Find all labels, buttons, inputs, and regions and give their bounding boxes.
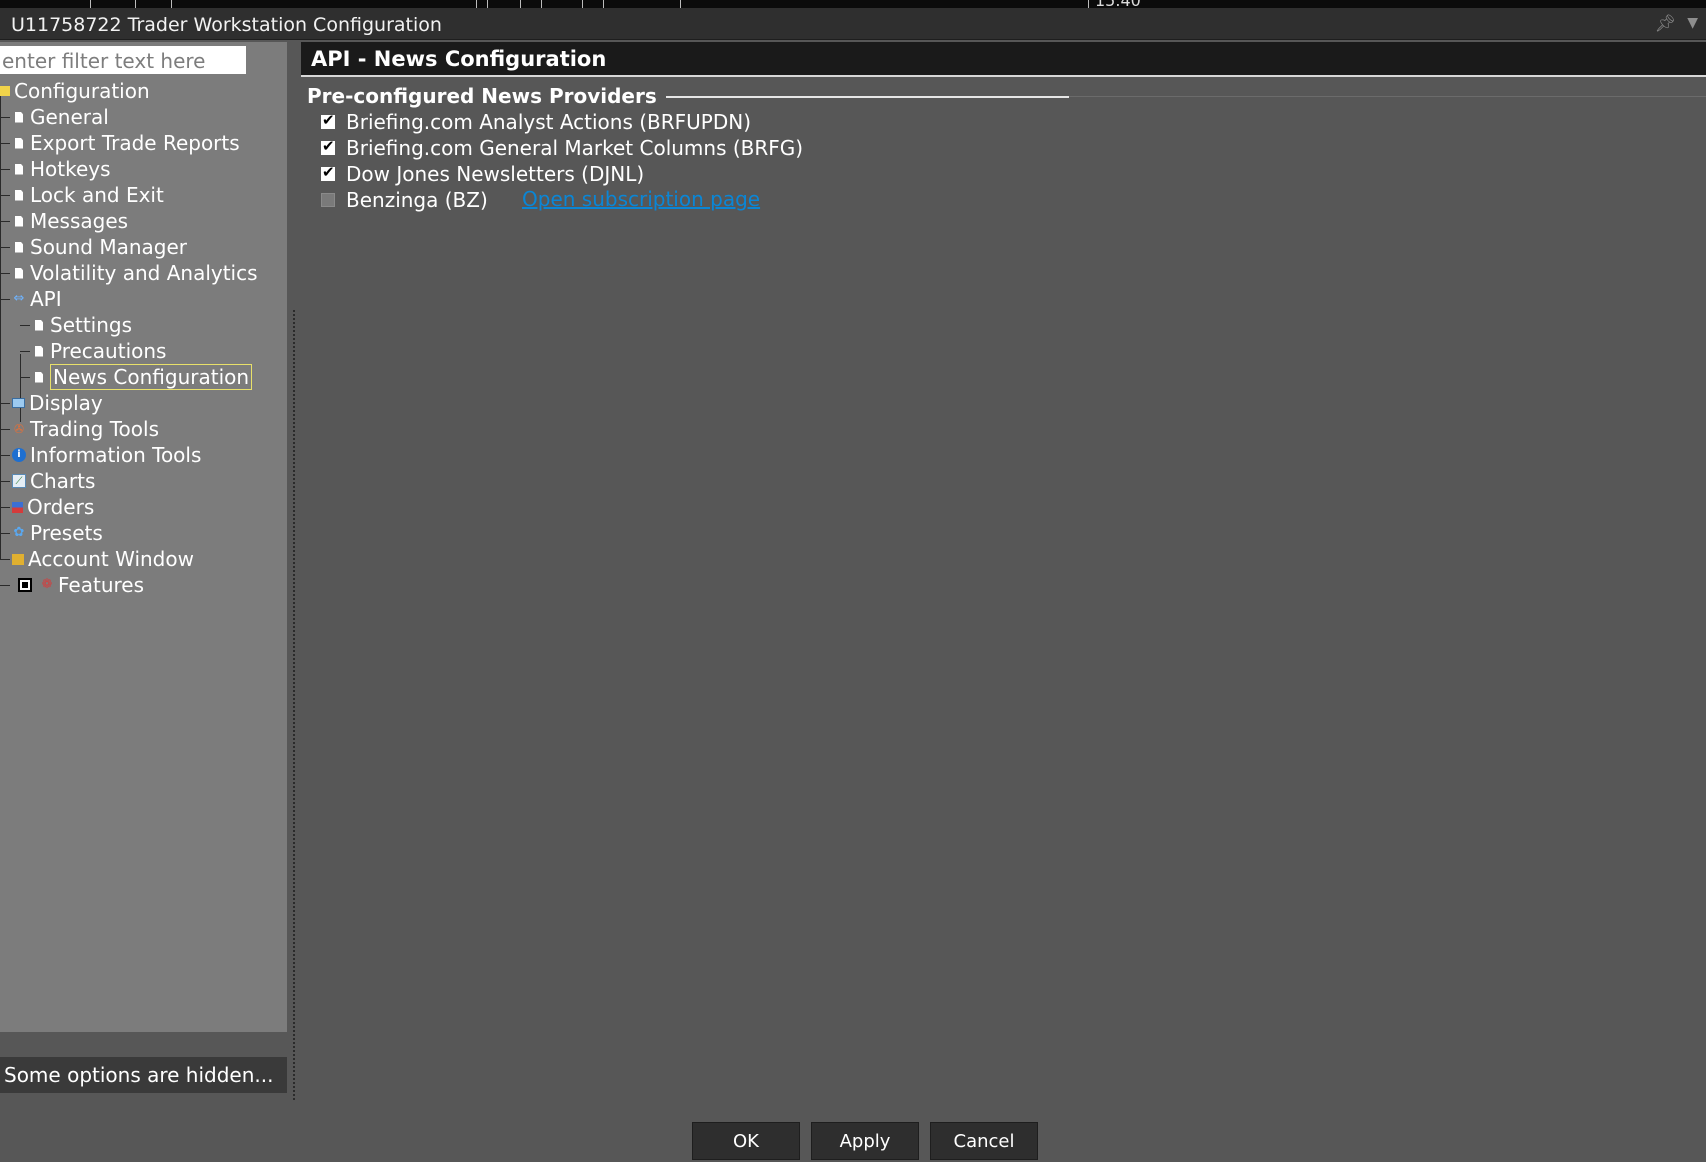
apply-button[interactable]: Apply xyxy=(811,1122,919,1160)
tree-item-charts[interactable]: ⟋ Charts xyxy=(0,468,95,494)
account-icon xyxy=(12,553,24,565)
provider-brfg[interactable]: Briefing.com General Market Columns (BRF… xyxy=(321,135,803,161)
page-icon xyxy=(15,267,23,279)
page-icon xyxy=(15,111,23,123)
chart-icon: ⟋ xyxy=(12,474,26,488)
page-icon xyxy=(15,163,23,175)
provider-djnl[interactable]: Dow Jones Newsletters (DJNL) xyxy=(321,161,644,187)
page-icon xyxy=(15,241,23,253)
folder-icon xyxy=(0,86,10,96)
page-icon xyxy=(35,371,43,383)
tree-item-features[interactable]: ❁ Features xyxy=(0,572,144,598)
page-icon xyxy=(15,189,23,201)
checkbox-brfg[interactable] xyxy=(321,137,335,155)
orders-icon xyxy=(12,501,23,513)
hidden-options-note[interactable]: Some options are hidden... xyxy=(0,1057,287,1093)
chevron-down-icon[interactable]: ▼ xyxy=(1687,15,1698,31)
page-icon xyxy=(35,345,43,357)
page-title: API - News Configuration xyxy=(301,42,1706,77)
window-title: U11758722 Trader Workstation Configurati… xyxy=(11,14,442,36)
tree-item-presets[interactable]: ✿ Presets xyxy=(0,520,103,546)
checkbox-brfupdn[interactable] xyxy=(321,111,335,129)
tree-item-messages[interactable]: Messages xyxy=(0,208,128,234)
tree-item-lock-and-exit[interactable]: Lock and Exit xyxy=(0,182,164,208)
group-divider xyxy=(666,96,1069,98)
tree-item-general[interactable]: General xyxy=(0,104,109,130)
tools-icon: ✇ xyxy=(13,422,25,436)
tree-item-api-news-configuration[interactable]: News Configuration xyxy=(20,364,253,390)
cancel-button[interactable]: Cancel xyxy=(930,1122,1038,1160)
tree-item-sound-manager[interactable]: Sound Manager xyxy=(0,234,187,260)
top-chart-strip: 15.40 xyxy=(0,0,1706,10)
features-checkbox[interactable] xyxy=(18,578,32,592)
page-icon xyxy=(35,319,43,331)
tree-item-information-tools[interactable]: i Information Tools xyxy=(0,442,201,468)
pin-icon[interactable]: 📌︎ xyxy=(1654,14,1676,34)
tree-item-volatility-analytics[interactable]: Volatility and Analytics xyxy=(0,260,258,286)
tree-item-hotkeys[interactable]: Hotkeys xyxy=(0,156,111,182)
features-icon: ❁ xyxy=(41,577,53,592)
tree-item-api-precautions[interactable]: Precautions xyxy=(20,338,166,364)
group-divider-faint xyxy=(1069,96,1706,97)
provider-brfupdn[interactable]: Briefing.com Analyst Actions (BRFUPDN) xyxy=(321,109,751,135)
tree-item-display[interactable]: Display xyxy=(0,390,103,416)
presets-gear-icon: ✿ xyxy=(13,525,25,540)
tree-item-trading-tools[interactable]: ✇ Trading Tools xyxy=(0,416,159,442)
page-icon xyxy=(15,215,23,227)
tree-item-export-trade-reports[interactable]: Export Trade Reports xyxy=(0,130,240,156)
open-subscription-link[interactable]: Open subscription page xyxy=(522,187,760,211)
tree-item-configuration[interactable]: Configuration xyxy=(0,78,150,104)
page-icon xyxy=(15,137,23,149)
panel-splitter[interactable] xyxy=(293,310,295,1100)
ok-button[interactable]: OK xyxy=(692,1122,800,1160)
provider-bz[interactable]: Benzinga (BZ) xyxy=(321,187,488,213)
tree-item-api-settings[interactable]: Settings xyxy=(20,312,132,338)
checkbox-bz[interactable] xyxy=(321,193,335,207)
tree-item-orders[interactable]: Orders xyxy=(0,494,94,520)
monitor-icon xyxy=(12,398,25,408)
filter-input[interactable]: enter filter text here xyxy=(0,46,246,74)
tree-item-account-window[interactable]: Account Window xyxy=(0,546,194,572)
api-arrows-icon: ⇔ xyxy=(13,291,25,306)
checkbox-djnl[interactable] xyxy=(321,163,335,181)
info-icon: i xyxy=(12,448,26,462)
tree-item-api[interactable]: ⇔ API xyxy=(0,286,62,312)
group-title: Pre-configured News Providers xyxy=(307,84,657,108)
config-sidebar: enter filter text here Configuration Gen… xyxy=(0,42,287,1032)
window-titlebar[interactable]: U11758722 Trader Workstation Configurati… xyxy=(0,8,1706,40)
